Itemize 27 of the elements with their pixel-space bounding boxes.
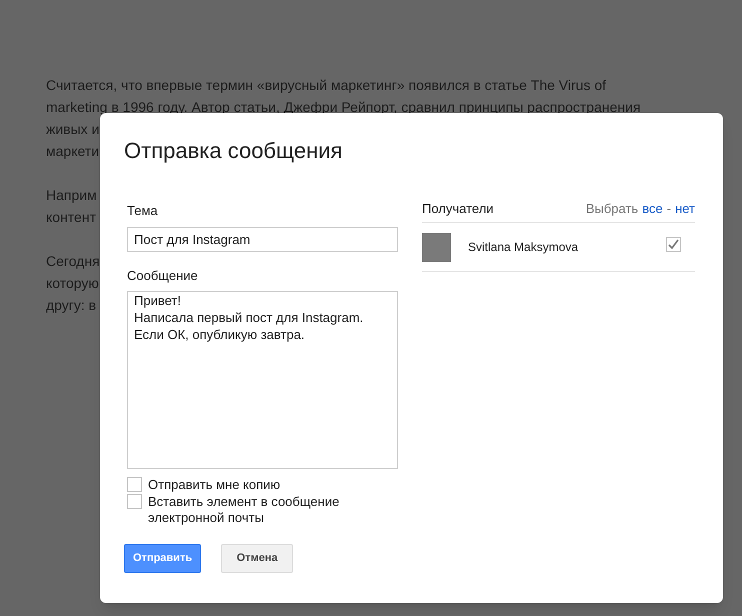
checkbox-label: Отправить мне копию [148, 477, 280, 493]
checkbox[interactable] [127, 477, 142, 492]
document-text: Считается, что впервые термин «вирусный маркетинг» появился в статье The Virus of [46, 76, 606, 95]
dialog-title: Отправка сообщения [124, 137, 344, 165]
recipient-name: Svitlana Maksymova [468, 239, 580, 256]
document-text: Сегодня [46, 252, 100, 271]
checkbox-label: Вставить элемент в сообщение электронной почты [148, 494, 340, 526]
separator: - [666, 200, 672, 218]
document-text: маркети [46, 142, 100, 161]
avatar-placeholder [422, 232, 451, 262]
cancel-button[interactable]: Отмена [221, 544, 294, 573]
document-text: контент [46, 208, 96, 227]
message-field[interactable]: Привет! Написала первый пост для Instagram. Если ОК, опубликую завтра. [127, 291, 398, 469]
select-none-link[interactable]: нет [675, 198, 695, 218]
send-button[interactable]: Отправить [124, 544, 202, 573]
message-label: Сообщение [127, 266, 199, 285]
subject-label: Тема [127, 202, 159, 220]
checkbox[interactable] [127, 494, 142, 509]
recipient-checkbox[interactable] [666, 237, 681, 252]
subject-field[interactable]: Пост для Instagram [127, 226, 398, 252]
document-text: другу: в [46, 296, 96, 315]
document-text: Наприм [46, 186, 97, 205]
select-all-link[interactable]: все [642, 198, 663, 218]
document-text: живых и [46, 120, 100, 139]
select-label: Выбрать [586, 200, 638, 218]
document-text: которую [46, 274, 99, 293]
recipients-label: Получатели [422, 200, 494, 218]
